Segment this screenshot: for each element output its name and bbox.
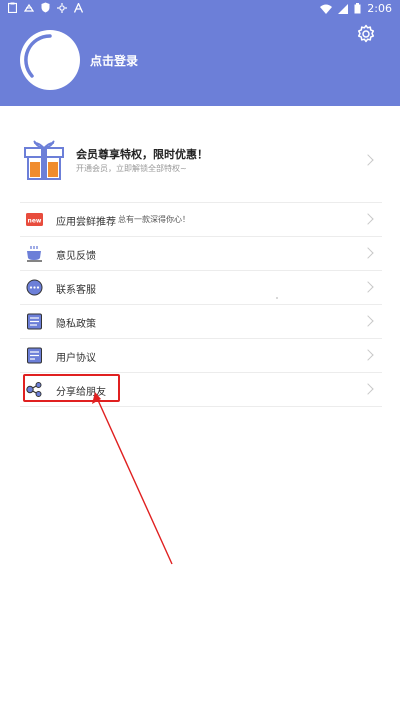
- menu-item-label: 联系客服: [56, 285, 96, 296]
- status-bar: 2:06: [0, 0, 400, 18]
- chevron-right-icon: [362, 281, 374, 293]
- menu-item-user-agreement[interactable]: 用户协议: [20, 338, 382, 372]
- menu-item-customer-service[interactable]: 联系客服: [20, 270, 382, 304]
- annotation-highlight-box: [23, 374, 120, 402]
- stray-dot: [276, 297, 278, 299]
- new-badge-icon: new: [26, 213, 43, 226]
- menu-item-privacy-policy[interactable]: 隐私政策: [20, 304, 382, 338]
- avatar[interactable]: [20, 30, 80, 90]
- chevron-right-icon: [362, 213, 374, 225]
- chevron-right-icon: [362, 247, 374, 259]
- chevron-right-icon: [362, 349, 374, 361]
- menu-item-label: 应用尝鲜推荐: [56, 217, 116, 228]
- menu-item-label: 意见反馈: [56, 251, 96, 262]
- agreement-icon: [27, 347, 42, 364]
- chevron-right-icon: [362, 154, 374, 166]
- chat-bubble-icon: [26, 279, 43, 296]
- status-bar-time: 2:06: [367, 2, 392, 15]
- gift-icon: [24, 140, 64, 180]
- menu-item-label: 用户协议: [56, 353, 96, 364]
- a-icon: [74, 2, 83, 13]
- status-bar-right-icons: 2:06: [320, 2, 392, 15]
- signal-icon: [338, 3, 349, 14]
- clipboard-icon: [8, 2, 17, 13]
- status-bar-left-icons: [8, 2, 83, 13]
- notification-icon: [24, 3, 34, 12]
- login-button[interactable]: 点击登录: [90, 52, 138, 69]
- menu-item-feedback[interactable]: 意见反馈: [20, 236, 382, 270]
- chevron-right-icon: [362, 383, 374, 395]
- svg-text:new: new: [28, 218, 42, 225]
- battery-icon: [354, 3, 361, 14]
- gear-icon[interactable]: [356, 24, 376, 44]
- menu-item-tagline: 总有一款深得你心！: [118, 215, 190, 224]
- shield-icon: [41, 2, 50, 13]
- profile-header: 2:06 点击登录: [0, 0, 400, 106]
- chevron-right-icon: [362, 315, 374, 327]
- vip-title: 会员尊享特权，限时优惠！: [76, 148, 208, 161]
- settings-small-icon: [57, 2, 67, 13]
- document-icon: [27, 313, 42, 330]
- menu-item-label: 隐私政策: [56, 319, 96, 330]
- divider: [20, 406, 382, 407]
- vip-subtitle: 开通会员，立即解锁全部特权~: [76, 164, 187, 173]
- vip-promo-card[interactable]: 会员尊享特权，限时优惠！ 开通会员，立即解锁全部特权~: [20, 132, 382, 190]
- menu-item-app-recommend[interactable]: new 应用尝鲜推荐 总有一款深得你心！: [20, 202, 382, 236]
- coffee-cup-icon: [27, 246, 42, 262]
- wifi-icon: [320, 4, 333, 14]
